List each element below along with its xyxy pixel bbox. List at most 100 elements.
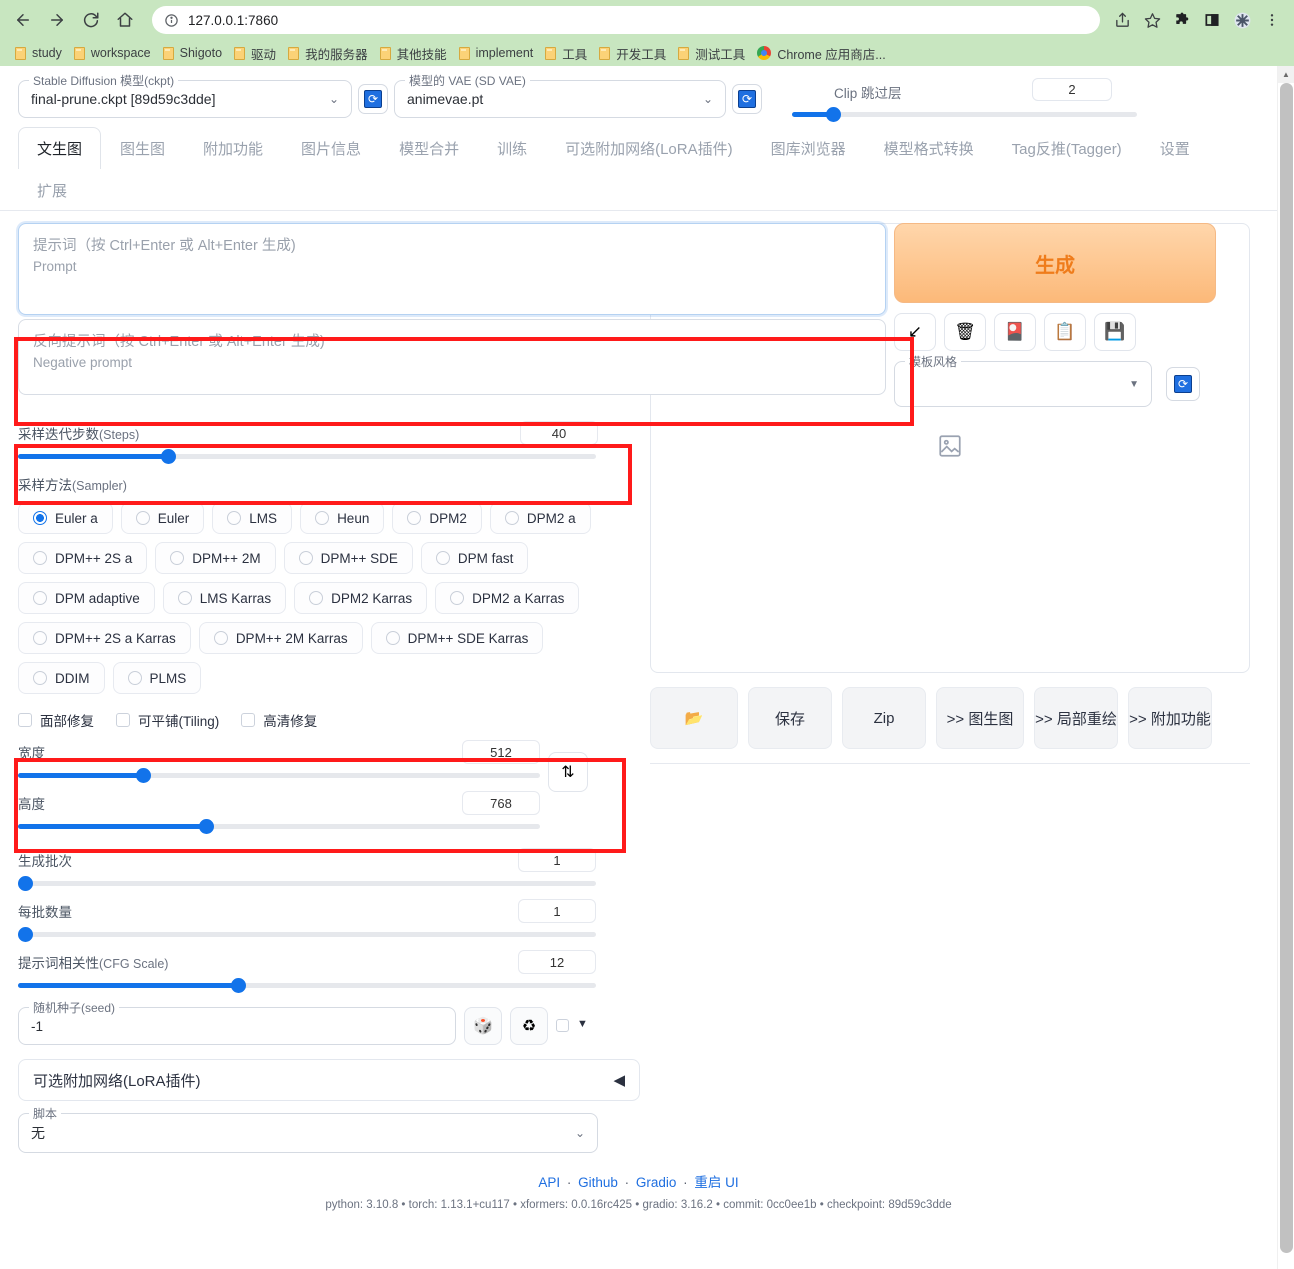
tab-设置[interactable]: 设置 xyxy=(1141,127,1209,169)
site-info-icon[interactable] xyxy=(164,13,179,28)
home-icon[interactable] xyxy=(110,5,140,35)
vae-select[interactable]: 模型的 VAE (SD VAE) animevae.pt ⌄ xyxy=(394,72,726,118)
scroll-up-icon[interactable]: ▲ xyxy=(1278,66,1294,83)
width-value[interactable]: 512 xyxy=(462,740,540,764)
bookmark-item[interactable]: 测试工具 xyxy=(673,42,752,65)
slider-knob[interactable] xyxy=(826,107,842,122)
sampler-option-Euler a[interactable]: Euler a xyxy=(18,502,113,534)
clip-skip-value[interactable]: 2 xyxy=(1032,78,1112,101)
sampler-option-DPM++ SDE[interactable]: DPM++ SDE xyxy=(283,542,413,574)
slider-knob[interactable] xyxy=(198,819,214,834)
cfg-scale-value[interactable]: 12 xyxy=(518,950,596,974)
checkpoint-select[interactable]: Stable Diffusion 模型(ckpt) final-prune.ck… xyxy=(18,72,352,118)
chevron-down-icon[interactable]: ▼ xyxy=(577,1018,588,1030)
reload-icon[interactable] xyxy=(76,5,106,35)
slider-knob[interactable] xyxy=(161,449,177,464)
batch-count-value[interactable]: 1 xyxy=(518,848,596,872)
generate-button[interactable]: 生成 xyxy=(894,223,1216,303)
chevron-down-icon[interactable]: ▼ xyxy=(1129,379,1139,390)
sampler-option-PLMS[interactable]: PLMS xyxy=(112,662,202,694)
sampler-option-Heun[interactable]: Heun xyxy=(300,502,385,534)
clipboard-button[interactable]: 📋 xyxy=(1044,313,1086,351)
batch-size-slider[interactable] xyxy=(18,926,596,942)
swap-dimensions-button[interactable]: ⇅ xyxy=(548,752,588,792)
forward-arrow-icon[interactable] xyxy=(42,5,72,35)
refresh-checkpoint-button[interactable]: ⟳ xyxy=(358,84,388,114)
slider-knob[interactable] xyxy=(18,876,33,891)
sampler-option-Euler[interactable]: Euler xyxy=(120,502,205,534)
tab-图库浏览器[interactable]: 图库浏览器 xyxy=(752,127,865,169)
height-slider[interactable] xyxy=(18,818,540,834)
bookmark-item[interactable]: 驱动 xyxy=(229,42,283,65)
footer-link-重启 UI[interactable]: 重启 UI xyxy=(694,1175,738,1190)
seed-input[interactable]: 随机种子(seed) -1 xyxy=(18,999,456,1045)
back-arrow-icon[interactable] xyxy=(8,5,38,35)
sampler-option-DPM fast[interactable]: DPM fast xyxy=(420,542,529,574)
bookmark-item[interactable]: 其他技能 xyxy=(375,42,454,65)
width-slider[interactable] xyxy=(18,767,540,783)
bookmark-item[interactable]: 我的服务器 xyxy=(283,42,375,65)
chevron-down-icon[interactable]: ⌄ xyxy=(329,92,339,106)
checkbox-可平铺(Tiling)[interactable]: 可平铺(Tiling) xyxy=(116,710,219,730)
chevron-down-icon[interactable]: ⌄ xyxy=(703,92,713,106)
styles-select[interactable]: 模板风格 ▼ xyxy=(894,353,1152,407)
sampler-option-DPM2 Karras[interactable]: DPM2 Karras xyxy=(294,582,428,614)
tab-图生图[interactable]: 图生图 xyxy=(101,127,184,169)
sampler-option-DPM++ 2S a Karras[interactable]: DPM++ 2S a Karras xyxy=(18,622,191,654)
batch-size-value[interactable]: 1 xyxy=(518,899,596,923)
bookmark-item[interactable]: 工具 xyxy=(540,42,594,65)
sampler-option-DPM2[interactable]: DPM2 xyxy=(392,502,482,534)
refresh-styles-button[interactable]: ⟳ xyxy=(1166,367,1200,401)
open-folder-button[interactable]: 📂 xyxy=(650,687,738,749)
tab-附加功能[interactable]: 附加功能 xyxy=(184,127,282,169)
sampler-option-DPM++ 2M Karras[interactable]: DPM++ 2M Karras xyxy=(198,622,363,654)
script-select[interactable]: 脚本 无 ⌄ xyxy=(18,1105,598,1153)
share-icon[interactable] xyxy=(1108,6,1136,34)
slider-knob[interactable] xyxy=(230,978,246,993)
checkbox-高清修复[interactable]: 高清修复 xyxy=(241,710,317,730)
bookmark-item[interactable]: workspace xyxy=(69,44,158,62)
slider-knob[interactable] xyxy=(136,768,152,783)
bookmark-item[interactable]: Chrome 应用商店... xyxy=(752,42,892,65)
trash-button[interactable]: 🗑 xyxy=(944,313,986,351)
arrow-down-left-button[interactable]: ↙ xyxy=(894,313,936,351)
negative-prompt-textarea[interactable]: 反向提示词（按 Ctrl+Enter 或 Alt+Enter 生成) Negat… xyxy=(18,319,886,395)
address-bar[interactable]: 127.0.0.1:7860 xyxy=(152,6,1100,34)
tab-Tag反推(Tagger)[interactable]: Tag反推(Tagger) xyxy=(993,127,1141,169)
checkbox-面部修复[interactable]: 面部修复 xyxy=(18,710,94,730)
footer-link-Gradio[interactable]: Gradio xyxy=(636,1175,677,1190)
sampler-option-DPM++ 2S a[interactable]: DPM++ 2S a xyxy=(18,542,148,574)
tab-扩展[interactable]: 扩展 xyxy=(18,169,86,211)
reuse-seed-button[interactable]: ♻ xyxy=(510,1007,548,1045)
height-value[interactable]: 768 xyxy=(462,791,540,815)
refresh-vae-button[interactable]: ⟳ xyxy=(732,84,762,114)
footer-link-API[interactable]: API xyxy=(538,1175,560,1190)
sampler-option-DDIM[interactable]: DDIM xyxy=(18,662,105,694)
steps-value[interactable]: 40 xyxy=(520,421,598,445)
sampler-option-LMS[interactable]: LMS xyxy=(212,502,293,534)
save-style-button[interactable]: 💾 xyxy=(1094,313,1136,351)
page-scrollbar[interactable]: ▲ xyxy=(1277,66,1294,1269)
cfg-scale-slider[interactable] xyxy=(18,977,596,993)
tab-图片信息[interactable]: 图片信息 xyxy=(282,127,380,169)
chevron-left-icon[interactable]: ◀ xyxy=(613,1071,625,1089)
profile-icon[interactable] xyxy=(1228,6,1256,34)
sampler-option-DPM2 a Karras[interactable]: DPM2 a Karras xyxy=(435,582,580,614)
tab-训练[interactable]: 训练 xyxy=(478,127,546,169)
clip-skip-slider[interactable] xyxy=(792,106,1137,122)
bookmark-item[interactable]: 开发工具 xyxy=(594,42,673,65)
random-seed-button[interactable]: 🎲 xyxy=(464,1007,502,1045)
slider-knob[interactable] xyxy=(18,927,33,942)
tab-可选附加网络(LoRA插件)[interactable]: 可选附加网络(LoRA插件) xyxy=(546,127,752,169)
output-button-图生图[interactable]: >> 图生图 xyxy=(936,687,1024,749)
sampler-option-DPM adaptive[interactable]: DPM adaptive xyxy=(18,582,155,614)
steps-slider[interactable] xyxy=(18,448,596,464)
sampler-option-DPM++ SDE Karras[interactable]: DPM++ SDE Karras xyxy=(370,622,544,654)
batch-count-slider[interactable] xyxy=(18,875,596,891)
star-icon[interactable] xyxy=(1138,6,1166,34)
menu-icon[interactable] xyxy=(1258,6,1286,34)
extensions-icon[interactable] xyxy=(1168,6,1196,34)
bookmark-item[interactable]: implement xyxy=(454,44,541,62)
tab-模型合并[interactable]: 模型合并 xyxy=(380,127,478,169)
bookmark-item[interactable]: study xyxy=(10,44,69,62)
